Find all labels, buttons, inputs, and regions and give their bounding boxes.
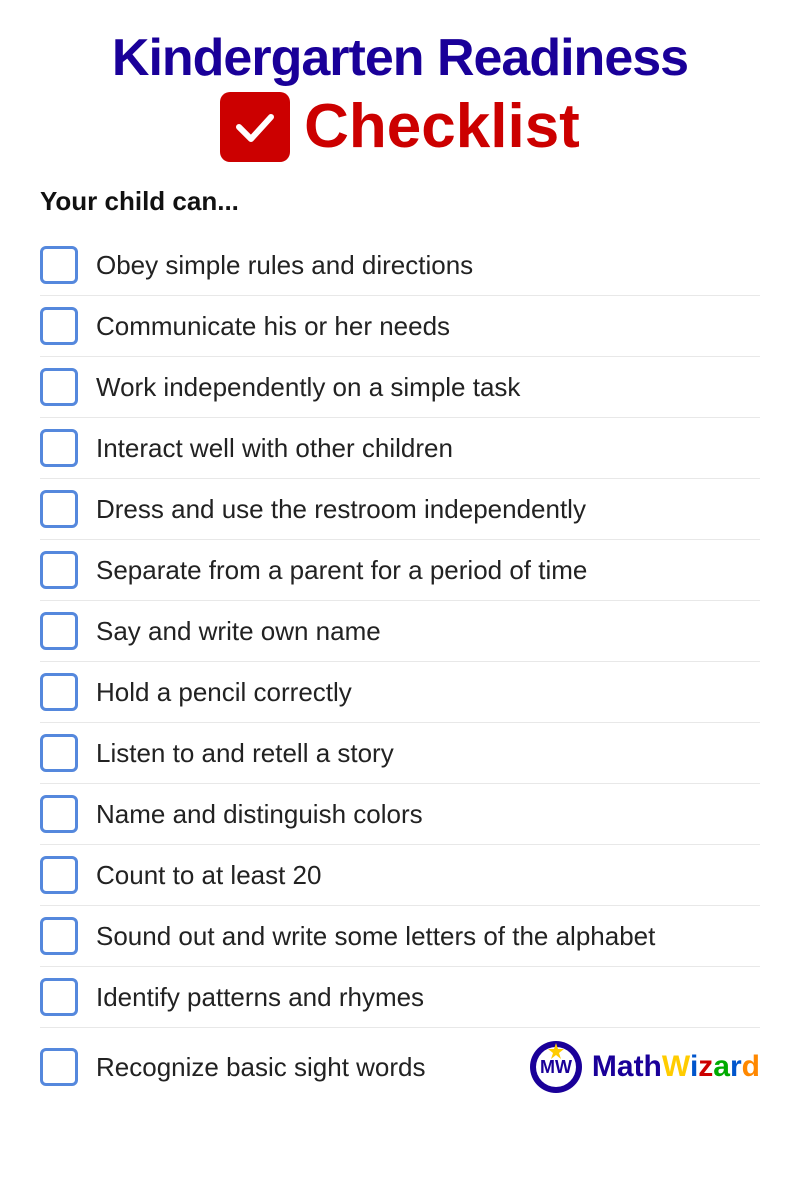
checkbox[interactable] [40, 978, 78, 1016]
checkbox[interactable] [40, 307, 78, 345]
logo-circle-icon: MW [528, 1039, 584, 1095]
list-item[interactable]: Communicate his or her needs [40, 296, 760, 357]
list-item[interactable]: Interact well with other children [40, 418, 760, 479]
logo-text: MathWizard [592, 1050, 760, 1084]
list-item[interactable]: Hold a pencil correctly [40, 662, 760, 723]
list-item[interactable]: Identify patterns and rhymes [40, 967, 760, 1028]
item-text: Hold a pencil correctly [96, 677, 352, 708]
checkbox[interactable] [40, 856, 78, 894]
item-text: Work independently on a simple task [96, 372, 520, 403]
checkbox[interactable] [40, 795, 78, 833]
checkbox[interactable] [40, 490, 78, 528]
item-text: Communicate his or her needs [96, 311, 450, 342]
checkbox[interactable] [40, 673, 78, 711]
svg-text:MW: MW [540, 1057, 572, 1077]
checkmark-icon [220, 92, 290, 162]
item-text: Identify patterns and rhymes [96, 982, 424, 1013]
item-text: Say and write own name [96, 616, 381, 647]
list-item[interactable]: Count to at least 20 [40, 845, 760, 906]
list-item[interactable]: Listen to and retell a story [40, 723, 760, 784]
list-item[interactable]: Recognize basic sight words MW MathWizard [40, 1028, 760, 1106]
item-text: Name and distinguish colors [96, 799, 423, 830]
checkbox[interactable] [40, 551, 78, 589]
item-text: Interact well with other children [96, 433, 453, 464]
list-item[interactable]: Obey simple rules and directions [40, 235, 760, 296]
item-text: Recognize basic sight words [96, 1052, 426, 1083]
list-item[interactable]: Separate from a parent for a period of t… [40, 540, 760, 601]
page-header: Kindergarten Readiness Checklist [40, 30, 760, 162]
checkbox[interactable] [40, 1048, 78, 1086]
item-text: Listen to and retell a story [96, 738, 394, 769]
checkbox[interactable] [40, 917, 78, 955]
item-text: Count to at least 20 [96, 860, 321, 891]
list-item[interactable]: Work independently on a simple task [40, 357, 760, 418]
item-text: Dress and use the restroom independently [96, 494, 586, 525]
subtitle: Your child can... [40, 186, 760, 217]
checkbox[interactable] [40, 368, 78, 406]
list-item[interactable]: Sound out and write some letters of the … [40, 906, 760, 967]
checkbox[interactable] [40, 734, 78, 772]
list-item[interactable]: Dress and use the restroom independently [40, 479, 760, 540]
item-text: Obey simple rules and directions [96, 250, 473, 281]
list-item[interactable]: Say and write own name [40, 601, 760, 662]
checkbox[interactable] [40, 429, 78, 467]
checkbox[interactable] [40, 246, 78, 284]
list-item[interactable]: Name and distinguish colors [40, 784, 760, 845]
title-line2: Checklist [40, 91, 760, 162]
mathwizard-logo: MW MathWizard [528, 1039, 760, 1095]
item-text: Sound out and write some letters of the … [96, 921, 655, 952]
checklist: Obey simple rules and directions Communic… [40, 235, 760, 1106]
title-checklist: Checklist [304, 91, 580, 162]
item-text: Separate from a parent for a period of t… [96, 555, 587, 586]
checkbox[interactable] [40, 612, 78, 650]
title-line1: Kindergarten Readiness [40, 30, 760, 87]
